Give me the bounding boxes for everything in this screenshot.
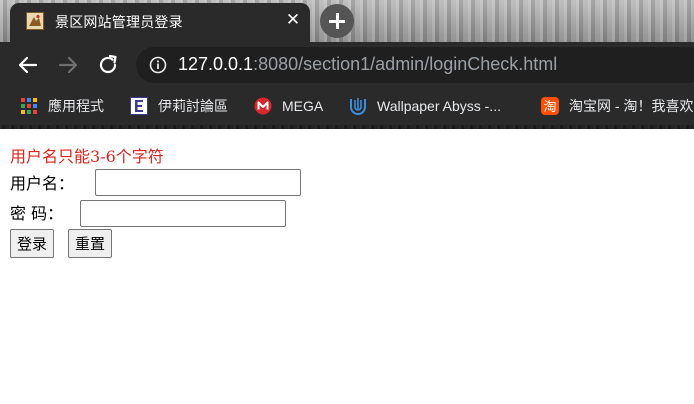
- bookmark-apps[interactable]: 應用程式: [20, 96, 104, 116]
- back-arrow-icon[interactable]: [16, 53, 40, 77]
- password-input[interactable]: [80, 200, 286, 227]
- bookmark-mega[interactable]: MEGA: [254, 96, 323, 116]
- site-info-icon[interactable]: [149, 56, 167, 74]
- apps-grid-icon: [20, 97, 38, 115]
- bookmark-taobao[interactable]: 淘 淘宝网 - 淘！我喜欢: [541, 96, 693, 116]
- bookmark-wallpaper-abyss[interactable]: Wallpaper Abyss -...: [349, 96, 501, 116]
- bookmark-label: Wallpaper Abyss -...: [377, 98, 501, 114]
- eyny-icon: [130, 97, 148, 115]
- url-path: :8080/section1/admin/loginCheck.html: [253, 54, 558, 74]
- bookmark-label: 淘宝网 - 淘！我喜欢: [569, 98, 694, 114]
- taobao-icon: 淘: [541, 97, 559, 115]
- bookmark-label: 應用程式: [48, 98, 104, 114]
- mega-icon: [254, 97, 272, 115]
- wallpaper-abyss-icon: [349, 97, 367, 115]
- reload-icon[interactable]: [96, 53, 120, 77]
- tab-close-icon[interactable]: ✕: [282, 9, 304, 31]
- password-label: 密 码：: [10, 204, 64, 223]
- url-host: 127.0.0.1: [178, 54, 254, 74]
- bookmarks-bar: 應用程式 伊莉討論區 MEGA Wallpaper Abyss -... 淘 淘…: [0, 88, 694, 125]
- bookmark-label: MEGA: [282, 98, 324, 114]
- browser-chrome: 景区网站管理员登录 ✕ 127.0.0.1:8080/section1/admi…: [0, 0, 694, 129]
- site-favicon-icon: [26, 12, 44, 30]
- tab-title: 景区网站管理员登录: [55, 15, 183, 31]
- reset-button[interactable]: 重置: [68, 229, 113, 258]
- url-text: 127.0.0.1:8080/section1/admin/loginCheck…: [178, 54, 557, 75]
- new-tab-button[interactable]: [320, 4, 354, 38]
- svg-text:淘: 淘: [543, 100, 556, 115]
- error-message: 用户名只能3-6个字符: [10, 147, 164, 166]
- navigation-bar: 127.0.0.1:8080/section1/admin/loginCheck…: [0, 42, 694, 88]
- forward-arrow-icon[interactable]: [56, 53, 80, 77]
- bookmark-label: 伊莉討論區: [158, 98, 228, 114]
- bookmark-eyny[interactable]: 伊莉討論區: [130, 96, 228, 116]
- username-input[interactable]: [95, 169, 301, 196]
- username-label: 用户名：: [10, 174, 75, 193]
- address-bar[interactable]: 127.0.0.1:8080/section1/admin/loginCheck…: [136, 47, 694, 83]
- login-button[interactable]: 登录: [10, 229, 55, 258]
- tab-active[interactable]: 景区网站管理员登录 ✕: [10, 3, 310, 42]
- page-content: 用户名只能3-6个字符 用户名： 密 码： 登录 重置: [0, 129, 694, 404]
